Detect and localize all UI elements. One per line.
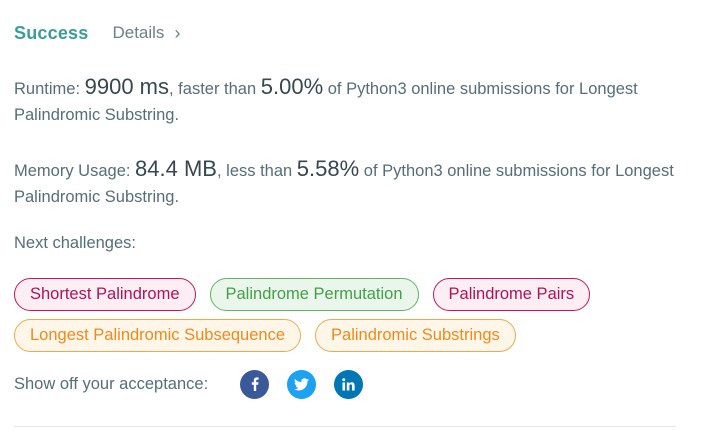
next-challenges-label: Next challenges:: [14, 234, 136, 252]
details-link[interactable]: Details ›: [112, 23, 180, 43]
chevron-right-icon: ›: [174, 23, 181, 43]
challenge-tag-palindrome-pairs[interactable]: Palindrome Pairs: [432, 278, 591, 311]
twitter-icon[interactable]: [287, 369, 317, 399]
status-label: Success: [14, 22, 89, 43]
runtime-label: Runtime:: [14, 80, 81, 98]
runtime-value: 9900 ms: [84, 74, 170, 99]
runtime-comparison: , faster than: [169, 80, 257, 98]
submission-header: Success Details ›: [14, 20, 180, 46]
runtime-percent: 5.00%: [260, 74, 324, 99]
memory-value: 84.4 MB: [135, 156, 217, 181]
details-label: Details: [112, 23, 165, 42]
divider: [14, 426, 676, 427]
share-label: Show off your acceptance:: [14, 374, 209, 393]
facebook-icon[interactable]: [240, 369, 270, 399]
challenge-row: Shortest Palindrome Palindrome Permutati…: [14, 278, 674, 311]
challenge-tag-palindromic-substrings[interactable]: Palindromic Substrings: [315, 319, 516, 352]
challenge-row: Longest Palindromic Subsequence Palindro…: [14, 319, 674, 352]
memory-stat: Memory Usage: 84.4 MB, less than 5.58% o…: [14, 156, 686, 210]
challenge-tag-longest-palindromic-subsequence[interactable]: Longest Palindromic Subsequence: [14, 319, 302, 352]
memory-comparison: , less than: [216, 162, 293, 180]
next-challenges-list: Shortest Palindrome Palindrome Permutati…: [14, 278, 674, 360]
challenge-tag-shortest-palindrome[interactable]: Shortest Palindrome: [14, 278, 196, 311]
challenge-tag-palindrome-permutation[interactable]: Palindrome Permutation: [209, 278, 419, 311]
linkedin-icon[interactable]: [334, 369, 364, 399]
share-section: Show off your acceptance:: [14, 369, 381, 399]
memory-percent: 5.58%: [296, 156, 360, 181]
memory-label: Memory Usage:: [14, 162, 131, 180]
runtime-stat: Runtime: 9900 ms, faster than 5.00% of P…: [14, 74, 686, 128]
